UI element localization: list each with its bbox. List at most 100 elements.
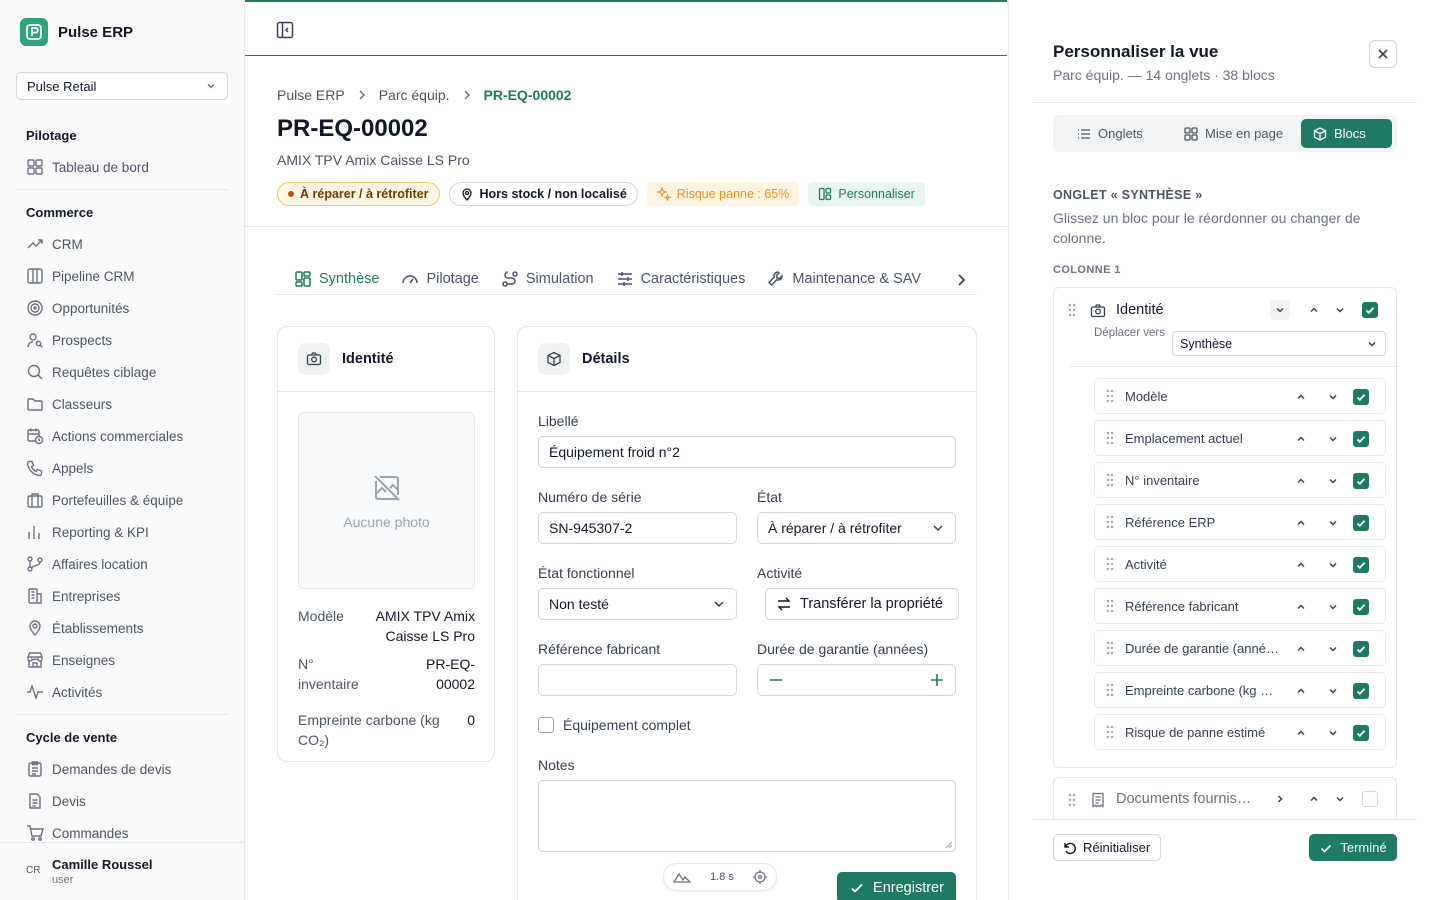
move-to-select[interactable]: Synthèse xyxy=(1172,331,1386,356)
drag-handle-icon[interactable] xyxy=(1105,431,1115,445)
drag-handle-icon[interactable] xyxy=(1105,599,1115,613)
field-visible-checkbox[interactable] xyxy=(1353,473,1369,489)
move-down-button[interactable] xyxy=(1323,597,1343,617)
field-visible-checkbox[interactable] xyxy=(1353,641,1369,657)
sidebar-item-crm[interactable]: CRM xyxy=(26,234,83,254)
list-item[interactable]: Empreinte carbone (kg CO₂) xyxy=(1094,672,1386,708)
segment-onglets[interactable]: Onglets xyxy=(1065,119,1155,148)
sidebar-toggle-icon[interactable] xyxy=(275,20,295,40)
save-button[interactable]: Enregistrer xyxy=(837,872,956,900)
garantie-stepper[interactable] xyxy=(757,664,956,696)
serial-input[interactable]: SN-945307-2 xyxy=(538,512,737,544)
move-up-button[interactable] xyxy=(1291,723,1311,743)
resize-handle-icon[interactable] xyxy=(945,841,953,849)
sidebar-item-tableau-de-bord[interactable]: Tableau de bord xyxy=(26,157,149,177)
field-visible-checkbox[interactable] xyxy=(1353,683,1369,699)
move-down-button[interactable] xyxy=(1330,789,1350,809)
sidebar-item-entreprises[interactable]: Entreprises xyxy=(26,586,120,606)
sidebar-item-demandes-de-devis[interactable]: Demandes de devis xyxy=(26,759,171,779)
field-visible-checkbox[interactable] xyxy=(1353,431,1369,447)
customize-button[interactable]: Personnaliser xyxy=(808,182,925,206)
done-button[interactable]: Terminé xyxy=(1309,834,1397,861)
field-visible-checkbox[interactable] xyxy=(1353,725,1369,741)
move-up-button[interactable] xyxy=(1291,639,1311,659)
drag-handle-icon[interactable] xyxy=(1105,515,1115,529)
sidebar-item-commandes[interactable]: Commandes xyxy=(26,823,129,843)
brand[interactable]: Pulse ERP xyxy=(20,18,133,46)
move-down-button[interactable] xyxy=(1323,471,1343,491)
expand-block-button[interactable] xyxy=(1270,789,1290,809)
move-up-button[interactable] xyxy=(1291,681,1311,701)
list-item[interactable]: Durée de garantie (années) xyxy=(1094,630,1386,666)
move-up-button[interactable] xyxy=(1291,387,1311,407)
sidebar-item-affaires-location[interactable]: Affaires location xyxy=(26,554,148,574)
sidebar-item-appels[interactable]: Appels xyxy=(26,458,93,478)
breadcrumb-item[interactable]: Pulse ERP xyxy=(277,87,345,103)
list-item[interactable]: Modèle xyxy=(1094,378,1386,414)
tab-simulation[interactable]: Simulation xyxy=(501,257,594,293)
drag-handle-icon[interactable] xyxy=(1105,473,1115,487)
field-visible-checkbox[interactable] xyxy=(1353,599,1369,615)
complet-checkbox[interactable] xyxy=(538,717,554,733)
block-identite[interactable]: Identité Déplacer vers Synthèse Modèle Em… xyxy=(1053,287,1397,768)
org-select[interactable]: Pulse Retail xyxy=(16,72,228,100)
move-up-button[interactable] xyxy=(1304,300,1324,320)
list-item[interactable]: Activité xyxy=(1094,546,1386,582)
etat-fonctionnel-select[interactable]: Non testé xyxy=(538,588,737,620)
move-up-button[interactable] xyxy=(1304,789,1324,809)
block-visible-checkbox[interactable] xyxy=(1362,791,1378,807)
sidebar-item-devis[interactable]: Devis xyxy=(26,791,86,811)
notes-textarea[interactable] xyxy=(538,780,956,852)
complet-checkbox-row[interactable]: Équipement complet xyxy=(538,717,691,733)
transfer-ownership-button[interactable]: Transférer la propriété xyxy=(765,588,959,620)
sidebar-item-classeurs[interactable]: Classeurs xyxy=(26,394,112,414)
field-visible-checkbox[interactable] xyxy=(1353,389,1369,405)
tab-caracteristiques[interactable]: Caractéristiques xyxy=(616,257,745,293)
move-up-button[interactable] xyxy=(1291,429,1311,449)
block-visible-checkbox[interactable] xyxy=(1362,302,1378,318)
drag-handle-icon[interactable] xyxy=(1105,725,1115,739)
move-up-button[interactable] xyxy=(1291,555,1311,575)
reset-button[interactable]: Réinitialiser xyxy=(1053,834,1161,861)
sidebar-item-enseignes[interactable]: Enseignes xyxy=(26,650,115,670)
sidebar-item-reporting[interactable]: Reporting & KPI xyxy=(26,522,149,542)
tab-pilotage[interactable]: Pilotage xyxy=(401,257,479,293)
tab-maintenance[interactable]: Maintenance & SAV xyxy=(767,257,921,293)
breadcrumb-item[interactable]: Parc équip. xyxy=(379,87,450,103)
drag-handle-icon[interactable] xyxy=(1105,641,1115,655)
ref-fabricant-input[interactable] xyxy=(538,664,737,696)
drag-handle-icon[interactable] xyxy=(1105,557,1115,571)
tab-synthese[interactable]: Synthèse xyxy=(294,257,379,293)
user-menu[interactable]: CR Camille Roussel user xyxy=(0,842,244,900)
sidebar-item-activites[interactable]: Activités xyxy=(26,682,102,702)
perf-indicator[interactable]: 1.8 s xyxy=(663,863,777,891)
move-down-button[interactable] xyxy=(1323,513,1343,533)
list-item[interactable]: Référence ERP xyxy=(1094,504,1386,540)
sidebar-item-etablissements[interactable]: Établissements xyxy=(26,618,144,638)
move-down-button[interactable] xyxy=(1323,555,1343,575)
move-down-button[interactable] xyxy=(1330,300,1350,320)
etat-select[interactable]: À réparer / à rétrofiter xyxy=(757,512,956,544)
drag-handle-icon[interactable] xyxy=(1067,303,1077,317)
drag-handle-icon[interactable] xyxy=(1105,683,1115,697)
tabs-scroll-right-icon[interactable] xyxy=(951,270,971,290)
move-down-button[interactable] xyxy=(1323,429,1343,449)
move-up-button[interactable] xyxy=(1291,597,1311,617)
sidebar-item-pipeline-crm[interactable]: Pipeline CRM xyxy=(26,266,135,286)
minus-icon[interactable] xyxy=(768,672,784,688)
drag-handle-icon[interactable] xyxy=(1105,389,1115,403)
move-down-button[interactable] xyxy=(1323,639,1343,659)
move-up-button[interactable] xyxy=(1291,513,1311,533)
sidebar-item-opportunites[interactable]: Opportunités xyxy=(26,298,129,318)
segment-mise-en-page[interactable]: Mise en page xyxy=(1172,119,1295,148)
move-up-button[interactable] xyxy=(1291,471,1311,491)
list-item[interactable]: Emplacement actuel xyxy=(1094,420,1386,456)
sidebar-item-actions-commerciales[interactable]: Actions commerciales xyxy=(26,426,183,446)
libelle-input[interactable]: Équipement froid n°2 xyxy=(538,436,956,468)
field-visible-checkbox[interactable] xyxy=(1353,557,1369,573)
collapse-block-button[interactable] xyxy=(1270,300,1290,320)
list-item[interactable]: N° inventaire xyxy=(1094,462,1386,498)
move-down-button[interactable] xyxy=(1323,387,1343,407)
move-down-button[interactable] xyxy=(1323,723,1343,743)
plus-icon[interactable] xyxy=(929,672,945,688)
